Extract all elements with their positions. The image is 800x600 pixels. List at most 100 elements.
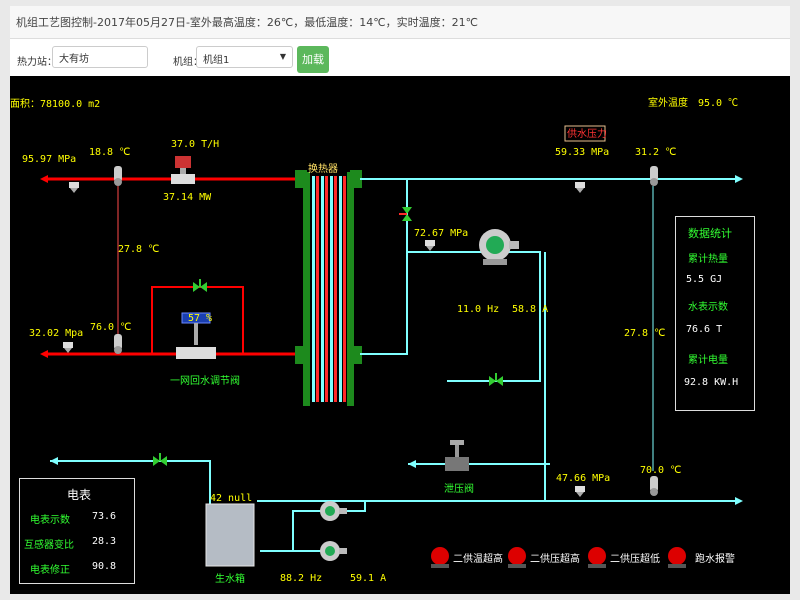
meter-reading-label: 电表示数: [30, 515, 70, 526]
alarm-light-icon: [508, 547, 526, 568]
tank-label: 生水箱: [215, 572, 245, 585]
station-label: 热力站：: [17, 57, 57, 68]
arrow-icon: [735, 497, 743, 505]
primary-supply-temp: 18.8 ℃: [89, 147, 130, 158]
water-value: 76.6 T: [686, 324, 723, 335]
circ-pump-freq: 11.0 Hz: [457, 304, 499, 315]
arrow-icon: [40, 175, 48, 183]
hx-end-plate: [347, 172, 354, 406]
circ-pump-current: 58.8 A: [512, 304, 548, 315]
valve-icon: [193, 279, 207, 292]
valve-open-readout: 57 %: [188, 313, 212, 324]
secondary-mid-pressure: 72.67 MPa: [414, 228, 468, 239]
alarm-label: 二供压超高: [530, 552, 580, 565]
unit-select[interactable]: 机组1 ▼: [196, 46, 293, 68]
stats-panel: 数据统计 累计热量 5.5 GJ 水表示数 76.6 T 累计电量 92.8 K…: [675, 216, 755, 411]
thermometer-icon: [650, 166, 658, 186]
water-tank: [205, 503, 255, 567]
load-button[interactable]: 加载: [297, 46, 329, 73]
secondary-return-temp: 70.0 ℃: [640, 465, 681, 476]
meter-corr-value: 90.8: [92, 561, 117, 572]
secondary-pump-loop: [360, 251, 541, 382]
alarm-light-icon: [431, 547, 449, 568]
pump-icon: [479, 229, 519, 265]
water-label: 水表示数: [688, 302, 728, 313]
hx-plate: [321, 176, 324, 402]
hx-plate: [330, 176, 333, 402]
pressure-gauge-icon: [69, 182, 79, 193]
hx-end-plate: [303, 172, 310, 406]
pressure-gauge-icon: [425, 240, 435, 251]
meter-ct-value: 28.3: [92, 536, 117, 547]
valve-icon: [399, 207, 412, 221]
hx-plate: [339, 176, 342, 402]
pump-icon: [320, 501, 347, 521]
station-input[interactable]: [52, 46, 148, 68]
valve-icon: [489, 373, 503, 386]
meter-corr-label: 电表修正: [30, 565, 70, 576]
secondary-bypass-temp: 27.8 ℃: [624, 328, 665, 339]
toolbar: 热力站： 机组： 机组1 ▼ 加载: [10, 39, 790, 76]
primary-return-pressure: 32.02 Mpa: [29, 328, 83, 339]
pump-icon: [320, 541, 347, 561]
alarm-light-icon: [588, 547, 606, 568]
secondary-return-pressure: 47.66 MPa: [556, 473, 610, 484]
meter-panel: 电表 电表示数 73.6 互感器变比 28.3 电表修正 90.8: [19, 478, 135, 584]
meter-title: 电表: [67, 488, 92, 502]
primary-supply-power: 37.14 MW: [163, 192, 212, 203]
pressure-gauge-icon: [575, 486, 585, 497]
flow-meter-icon: [171, 156, 195, 184]
alarm-label: 二供温超高: [453, 552, 503, 565]
makeup-pump-freq: 88.2 Hz: [280, 573, 322, 584]
pressure-relief-valve-icon: [445, 440, 469, 471]
bypass-temp: 27.8 ℃: [118, 244, 159, 255]
title-bar: 机组工艺图控制-2017年05月27日-室外最高温度：26℃，最低温度：14℃，…: [10, 6, 790, 39]
thermometer-icon: [114, 334, 122, 354]
makeup-pump-current: 59.1 A: [350, 573, 386, 584]
hx-plate: [334, 176, 337, 402]
pressure-relief-valve-label: 泄压阀: [444, 482, 474, 495]
primary-return-temp: 76.0 ℃: [90, 322, 131, 333]
primary-supply-pressure: 95.97 MPa: [22, 154, 76, 165]
power-label: 累计电量: [688, 355, 728, 366]
meter-reading-value: 73.6: [92, 511, 117, 522]
hx-plate: [312, 176, 315, 402]
arrow-icon: [408, 460, 416, 468]
area-readout: 面积：78100.0 m2: [10, 98, 100, 110]
pressure-gauge-icon: [575, 182, 585, 193]
secondary-pipes: [50, 178, 740, 552]
thermometer-icon: [650, 476, 658, 496]
hx-plate: [316, 176, 319, 402]
valve-label: 一网回水调节阀: [170, 374, 240, 387]
supply-pressure-badge-label: 供水压力: [567, 127, 607, 140]
makeup-pump-pipe: [260, 501, 366, 552]
secondary-supply-temp: 31.2 ℃: [635, 147, 676, 158]
arrow-icon: [735, 175, 743, 183]
dropdown-arrow-icon: ▼: [279, 52, 286, 61]
thermometer-icon: [114, 166, 122, 186]
arrow-icon: [40, 350, 48, 358]
primary-pipes: [45, 177, 300, 356]
page-title: 机组工艺图控制-2017年05月27日-室外最高温度：26℃，最低温度：14℃，…: [16, 16, 478, 29]
heat-value: 5.5 GJ: [686, 274, 723, 285]
tank-level: 42 null: [210, 493, 252, 504]
primary-supply-flow: 37.0 T/H: [171, 139, 219, 150]
app-window: 机组工艺图控制-2017年05月27日-室外最高温度：26℃，最低温度：14℃，…: [10, 6, 790, 594]
heat-exchanger: [295, 170, 362, 406]
outdoor-temp-readout: 室外温度 95.0 ℃: [648, 96, 738, 109]
unit-select-value: 机组1: [203, 55, 230, 66]
pressure-gauge-icon: [63, 342, 73, 353]
alarm-label: 跑水报警: [695, 552, 735, 565]
meter-ct-label: 互感器变比: [24, 540, 74, 551]
power-value: 92.8 KW.H: [684, 377, 739, 388]
alarm-light-icon: [668, 547, 686, 568]
heat-label: 累计热量: [688, 254, 728, 265]
hx-plate: [325, 176, 328, 402]
valve-icon: [153, 453, 167, 466]
process-diagram: 面积：78100.0 m2 室外温度 95.0 ℃ 供水压力 换热器 95.97…: [10, 76, 790, 594]
arrow-icon: [50, 457, 58, 465]
secondary-supply-pressure: 59.33 MPa: [555, 147, 609, 158]
hx-plate: [343, 176, 346, 402]
alarm-label: 二供压超低: [610, 552, 660, 565]
stats-title: 数据统计: [688, 227, 732, 240]
